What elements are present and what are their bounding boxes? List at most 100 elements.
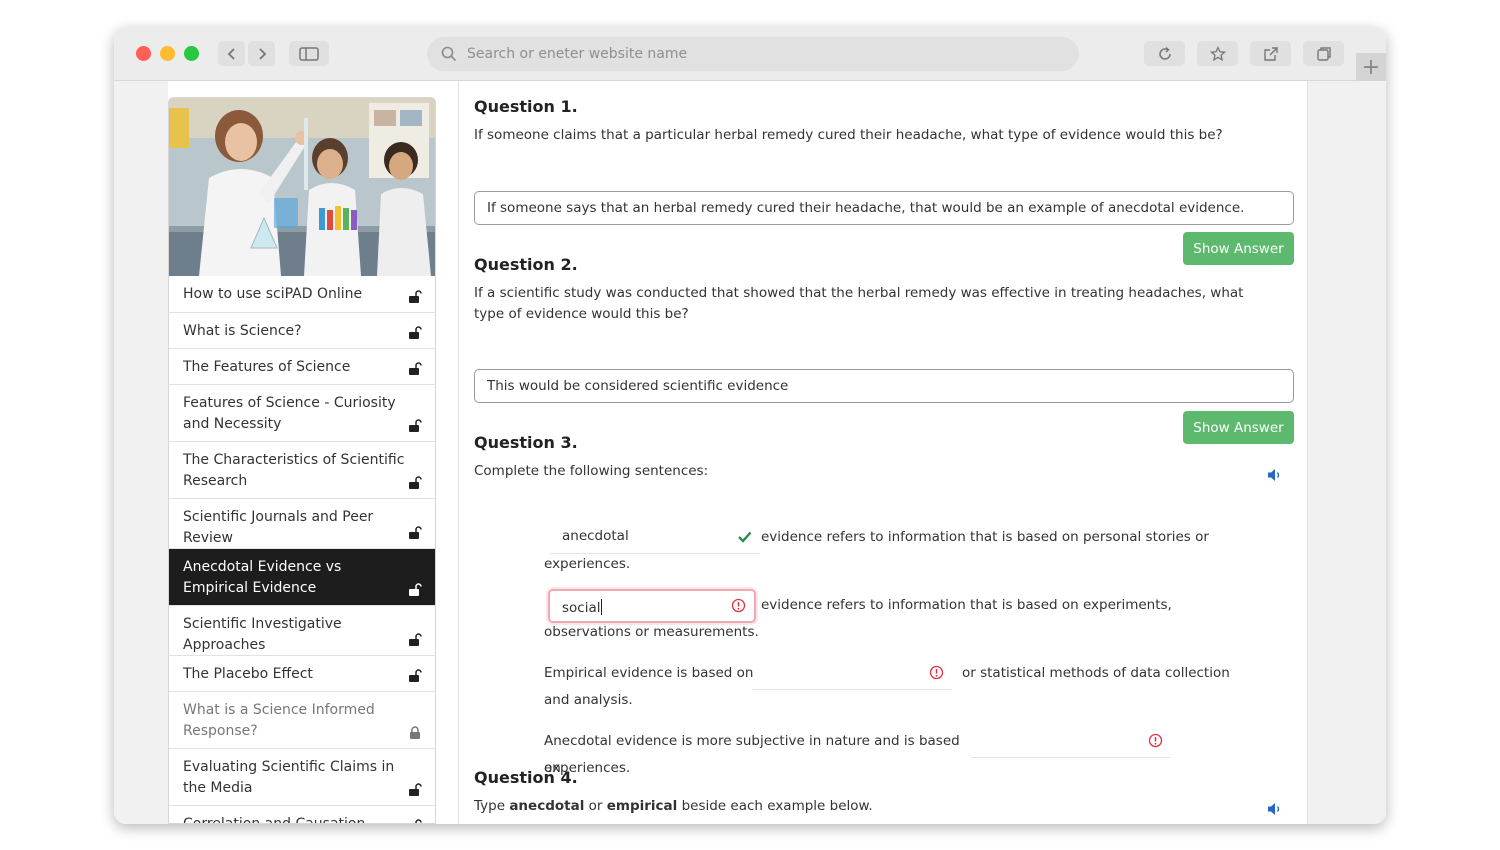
error-icon	[731, 598, 746, 613]
star-icon	[1209, 45, 1226, 61]
plus-icon: +	[1361, 54, 1381, 80]
maximize-window-button[interactable]	[184, 46, 199, 61]
unlocked-icon	[409, 476, 422, 489]
unlocked-icon	[409, 633, 422, 646]
sidebar-item-label: Scientific Investigative Approaches	[183, 616, 342, 653]
question-4-bold-empirical: empirical	[606, 798, 678, 814]
sidebar-item-claims-in-media[interactable]: Evaluating Scientific Claims in the Medi…	[169, 749, 435, 806]
sidebar-item-how-to-use[interactable]: How to use sciPAD Online	[169, 276, 435, 313]
question-1-title: Question 1.	[474, 97, 578, 116]
sidebar-item-label: Scientific Journals and Peer Review	[183, 509, 374, 546]
unlocked-icon	[409, 669, 422, 682]
question-4-text-pre: Type	[474, 798, 510, 814]
sidebar-item-label: The Characteristics of Scientific Resear…	[183, 452, 405, 489]
sentence-1-continuation: experiences.	[544, 556, 631, 572]
sidebar-item-characteristics-research[interactable]: The Characteristics of Scientific Resear…	[169, 442, 435, 499]
text-caret	[600, 599, 602, 615]
unlocked-icon	[409, 326, 422, 339]
unlocked-icon	[409, 526, 422, 539]
sidebar-item-label: Features of Science - Curiosity and Nece…	[183, 395, 396, 432]
fill-blank-2-value: social	[562, 600, 601, 616]
error-icon	[929, 665, 944, 680]
science-lab-illustration	[169, 98, 435, 276]
unlocked-icon	[409, 362, 422, 375]
sidebar-item-features-of-science[interactable]: The Features of Science	[169, 349, 435, 385]
sentence-4-continuation: experiences.	[544, 760, 631, 776]
sentence-2-continuation: observations or measurements.	[544, 624, 759, 640]
sidebar-item-label: What is a Science Informed Response?	[183, 702, 375, 739]
sidebar-toggle-button[interactable]	[289, 41, 329, 66]
question-2-answer-field[interactable]: This would be considered scientific evid…	[474, 369, 1294, 403]
sidebar-item-curiosity-necessity[interactable]: Features of Science - Curiosity and Nece…	[169, 385, 435, 442]
back-button[interactable]	[218, 41, 245, 66]
fill-blank-4[interactable]	[971, 724, 1171, 758]
share-button[interactable]	[1250, 41, 1291, 66]
lesson-sidebar: How to use sciPAD Online What is Science…	[168, 97, 436, 824]
question-1-answer-field[interactable]: If someone says that an herbal remedy cu…	[474, 191, 1294, 225]
search-icon	[441, 46, 457, 62]
forward-button[interactable]	[248, 41, 275, 66]
fill-blank-3[interactable]	[752, 656, 952, 690]
sidebar-icon	[299, 46, 319, 61]
unlocked-icon	[409, 583, 422, 596]
question-1-show-answer-button[interactable]: Show Answer	[1183, 232, 1294, 265]
hero-image	[169, 98, 435, 276]
error-icon	[1148, 733, 1163, 748]
question-2-show-answer-button[interactable]: Show Answer	[1183, 411, 1294, 444]
reload-button[interactable]	[1144, 41, 1185, 66]
address-bar[interactable]	[427, 37, 1079, 71]
tabs-icon	[1316, 46, 1331, 61]
unlocked-icon	[415, 819, 422, 823]
unlocked-icon	[409, 419, 422, 432]
sidebar-item-label: Correlation and Causation	[183, 816, 366, 824]
question-1-text: If someone claims that a particular herb…	[474, 127, 1223, 143]
question-2-text: If a scientific study was conducted that…	[474, 285, 1244, 322]
lock-icon	[410, 726, 420, 739]
question-4-text-mid: or	[584, 798, 607, 814]
bookmark-button[interactable]	[1197, 41, 1238, 66]
fill-blank-2[interactable]: social	[548, 589, 756, 623]
question-4-text-post: beside each example below.	[677, 798, 873, 814]
sidebar-item-placebo-effect[interactable]: The Placebo Effect	[169, 656, 435, 692]
sentence-3-continuation: and analysis.	[544, 692, 633, 708]
sentence-3-before: Empirical evidence is based on	[544, 665, 754, 681]
sidebar-item-label: Evaluating Scientific Claims in the Medi…	[183, 759, 395, 796]
browser-window: +	[114, 27, 1386, 824]
search-input[interactable]	[467, 46, 1027, 62]
sidebar-item-science-informed-response[interactable]: What is a Science Informed Response?	[169, 692, 435, 749]
fill-blank-1[interactable]: anecdotal	[550, 520, 760, 554]
unlocked-icon	[409, 783, 422, 796]
sentence-2-after: evidence refers to information that is b…	[761, 597, 1172, 613]
question-3-text: Complete the following sentences:	[474, 463, 709, 479]
sentence-3-after: or statistical methods of data collectio…	[962, 665, 1230, 681]
checkmark-icon	[738, 531, 752, 543]
page-content: How to use sciPAD Online What is Science…	[114, 81, 1386, 824]
left-margin	[114, 81, 168, 824]
sidebar-item-correlation-causation[interactable]: Correlation and Causation	[169, 806, 435, 824]
question-2-title: Question 2.	[474, 255, 578, 274]
minimize-window-button[interactable]	[160, 46, 175, 61]
right-margin	[1308, 81, 1386, 824]
sidebar-item-journals-peer-review[interactable]: Scientific Journals and Peer Review	[169, 499, 435, 549]
close-window-button[interactable]	[136, 46, 151, 61]
fill-blank-1-value: anecdotal	[562, 528, 629, 544]
question-4-bold-anecdotal: anecdotal	[509, 798, 585, 814]
chevron-right-icon	[258, 47, 266, 60]
sidebar-item-label: What is Science?	[183, 323, 302, 339]
share-icon	[1263, 46, 1278, 61]
sidebar-item-label: The Features of Science	[183, 359, 351, 375]
new-tab-button[interactable]: +	[1356, 53, 1386, 81]
sidebar-item-anecdotal-vs-empirical[interactable]: Anecdotal Evidence vs Empirical Evidence	[169, 549, 435, 606]
tabs-overview-button[interactable]	[1303, 41, 1344, 66]
sidebar-item-what-is-science[interactable]: What is Science?	[169, 313, 435, 349]
question-panel: Question 1. If someone claims that a par…	[458, 81, 1308, 824]
sidebar-item-label: How to use sciPAD Online	[183, 286, 363, 302]
browser-toolbar: +	[114, 27, 1386, 81]
reload-icon	[1158, 46, 1171, 60]
question-4-title: Question 4.	[474, 768, 578, 787]
sidebar-item-investigative-approaches[interactable]: Scientific Investigative Approaches	[169, 606, 435, 656]
chevron-left-icon	[227, 47, 235, 60]
sentence-1-after: evidence refers to information that is b…	[761, 529, 1209, 545]
question-3-title: Question 3.	[474, 433, 578, 452]
sidebar-item-label: The Placebo Effect	[183, 666, 313, 682]
